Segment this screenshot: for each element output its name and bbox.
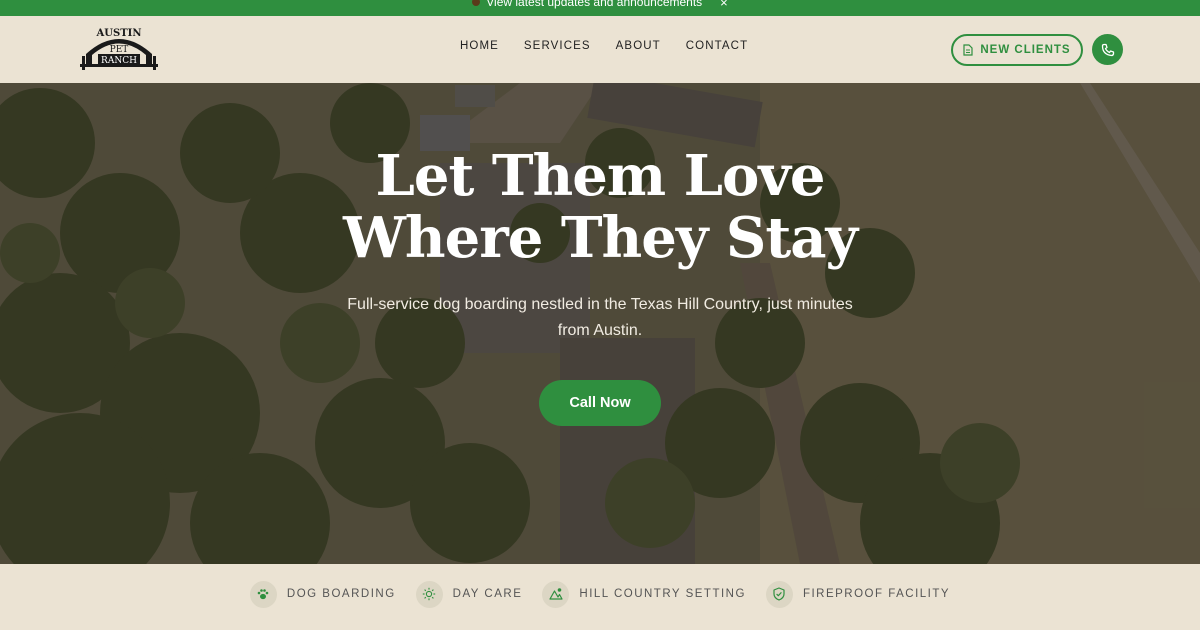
call-now-button[interactable]: Call Now	[539, 380, 661, 426]
site-header: AUSTIN PET RANCH HOME SERVICES ABOUT CON…	[0, 16, 1200, 83]
logo-text-austin: AUSTIN	[96, 28, 142, 39]
hero-section: Let Them Love Where They Stay Full-servi…	[0, 83, 1200, 564]
hero-title: Let Them Love Where They Stay	[300, 145, 900, 269]
feature-day-care: DAY CARE	[415, 580, 523, 608]
paw-icon	[472, 0, 481, 6]
main-nav: HOME SERVICES ABOUT CONTACT	[460, 40, 748, 52]
feature-label: FIREPROOF FACILITY	[802, 588, 951, 600]
phone-icon	[1101, 43, 1114, 56]
feature-hill-country: HILL COUNTRY SETTING	[542, 580, 746, 608]
hero-subtitle: Full-service dog boarding nestled in the…	[347, 296, 853, 339]
phone-button[interactable]	[1092, 34, 1123, 65]
shield-check-icon	[765, 580, 793, 608]
feature-fireproof: FIREPROOF FACILITY	[765, 580, 951, 608]
announcement-text: View latest updates and announcements	[486, 0, 703, 9]
hero-title-line2: Where They Stay	[342, 205, 858, 271]
nav-about[interactable]: ABOUT	[616, 40, 661, 52]
new-clients-label: NEW CLIENTS	[980, 44, 1071, 56]
nav-contact[interactable]: CONTACT	[686, 40, 748, 52]
feature-label: DOG BOARDING	[286, 588, 396, 600]
features-strip: DOG BOARDING DAY CARE HILL COUNTRY SETTI…	[0, 564, 1200, 630]
logo-text-pet: PET	[110, 45, 129, 55]
logo[interactable]: AUSTIN PET RANCH	[78, 26, 160, 72]
hero-title-line1: Let Them Love	[375, 143, 825, 209]
close-icon[interactable]: ×	[720, 0, 728, 10]
announcement-link[interactable]: View latest updates and announcements	[472, 0, 702, 9]
nav-services[interactable]: SERVICES	[524, 40, 591, 52]
feature-dog-boarding: DOG BOARDING	[249, 580, 396, 608]
document-icon	[963, 44, 973, 56]
new-clients-button[interactable]: NEW CLIENTS	[951, 34, 1083, 66]
announcement-bar[interactable]: View latest updates and announcements ×	[0, 0, 1200, 16]
feature-label: DAY CARE	[452, 588, 523, 600]
paw-icon	[249, 580, 277, 608]
sun-icon	[415, 580, 443, 608]
logo-text-ranch: RANCH	[101, 56, 137, 66]
feature-label: HILL COUNTRY SETTING	[579, 588, 746, 600]
mountain-icon	[542, 580, 570, 608]
nav-home[interactable]: HOME	[460, 40, 499, 52]
logo-graphic: AUSTIN PET RANCH	[80, 28, 158, 70]
